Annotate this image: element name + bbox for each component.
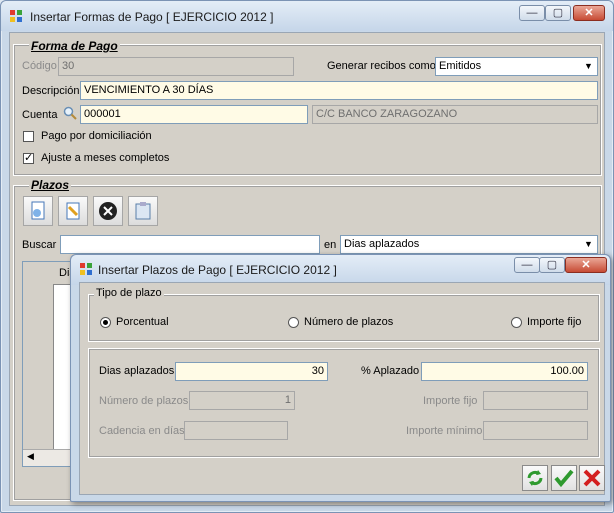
print-plazo-button[interactable]: [128, 196, 158, 226]
radio-numero-plazos[interactable]: [288, 317, 299, 328]
close-icon: ✕: [581, 259, 591, 271]
close-icon: ✕: [584, 7, 594, 19]
search-icon[interactable]: [63, 106, 77, 120]
tipo-plazo-title: Tipo de plazo: [94, 287, 164, 299]
chevron-down-icon[interactable]: ▼: [581, 237, 596, 252]
buscar-field[interactable]: [60, 235, 320, 254]
radio-importe-fijo-label: Importe fijo: [527, 316, 582, 328]
pago-domiciliacion-checkbox[interactable]: [23, 131, 34, 142]
ajuste-meses-checkbox[interactable]: ✓: [23, 153, 34, 164]
ajuste-meses-label: Ajuste a meses completos: [41, 152, 170, 164]
numero-plazos-field[interactable]: 1: [189, 391, 295, 410]
importe-fijo-field[interactable]: [483, 391, 588, 410]
forma-de-pago-title: Forma de Pago: [29, 39, 120, 53]
delete-plazo-button[interactable]: [93, 196, 123, 226]
minimize-icon: —: [521, 259, 533, 271]
cadencia-label: Cadencia en días: [99, 425, 185, 437]
cuenta-name-field: C/C BANCO ZARAGOZANO: [312, 105, 598, 124]
app-icon: [80, 263, 92, 275]
delete-icon: [99, 202, 117, 220]
refresh-icon: [527, 470, 543, 486]
dialog-client-area: Tipo de plazo Porcentual Número de plazo…: [79, 282, 605, 495]
pago-domiciliacion-label: Pago por domiciliación: [41, 130, 152, 142]
dialog-minimize-button[interactable]: —: [514, 257, 540, 273]
dialog-title: Insertar Plazos de Pago [ EJERCICIO 2012…: [98, 263, 337, 277]
generar-recibos-label: Generar recibos como: [327, 60, 436, 72]
close-button[interactable]: ✕: [573, 5, 605, 21]
cadencia-field[interactable]: [184, 421, 288, 440]
codigo-label: Código: [22, 60, 57, 72]
numero-plazos-label: Número de plazos: [99, 395, 189, 407]
en-select-value: Dias aplazados: [344, 238, 420, 250]
minimize-button[interactable]: —: [519, 5, 545, 21]
accept-button[interactable]: [551, 465, 577, 491]
importe-fijo-label: Importe fijo: [423, 395, 478, 407]
refresh-button[interactable]: [522, 465, 548, 491]
plazos-dialog: Insertar Plazos de Pago [ EJERCICIO 2012…: [70, 254, 611, 502]
maximize-button[interactable]: ▢: [545, 5, 571, 21]
importe-minimo-label: Importe mínimo: [406, 425, 483, 437]
grid-corner: [23, 262, 54, 285]
edit-document-icon: [66, 202, 80, 220]
radio-porcentual[interactable]: [100, 317, 111, 328]
plazos-title: Plazos: [29, 178, 72, 192]
checkmark-icon: [554, 469, 574, 488]
plazos-toolbar: [23, 196, 163, 226]
minimize-icon: —: [526, 7, 538, 19]
main-titlebar[interactable]: Insertar Formas de Pago [ EJERCICIO 2012…: [1, 1, 613, 31]
buscar-label: Buscar: [22, 239, 57, 251]
cancel-button[interactable]: [579, 465, 605, 491]
radio-numero-plazos-label: Número de plazos: [304, 316, 394, 328]
main-window-title: Insertar Formas de Pago [ EJERCICIO 2012…: [30, 10, 274, 24]
dias-aplazados-label: Dias aplazados: [99, 365, 175, 377]
descripcion-label: Descripción: [22, 85, 80, 97]
scroll-left-icon[interactable]: ◀: [27, 451, 34, 462]
grid-row-header: [23, 284, 54, 451]
new-document-icon: [31, 201, 45, 220]
dialog-close-button[interactable]: ✕: [565, 257, 607, 273]
cancel-x-icon: [583, 469, 601, 487]
pct-aplazado-field[interactable]: 100.00: [421, 362, 588, 381]
dialog-titlebar[interactable]: Insertar Plazos de Pago [ EJERCICIO 2012…: [71, 255, 610, 285]
importe-minimo-field[interactable]: [483, 421, 588, 440]
cuenta-label: Cuenta: [22, 109, 58, 121]
radio-importe-fijo[interactable]: [511, 317, 522, 328]
descripcion-field[interactable]: VENCIMIENTO A 30 DÍAS: [80, 81, 598, 100]
radio-porcentual-label: Porcentual: [116, 316, 169, 328]
new-plazo-button[interactable]: [23, 196, 53, 226]
maximize-icon: ▢: [546, 259, 558, 271]
en-select[interactable]: Dias aplazados ▼: [340, 235, 598, 254]
cuenta-field[interactable]: 000001: [80, 105, 308, 124]
en-label: en: [324, 239, 337, 251]
codigo-field[interactable]: 30: [58, 57, 294, 76]
dias-aplazados-field[interactable]: 30: [175, 362, 328, 381]
generar-recibos-value: Emitidos: [439, 60, 482, 72]
maximize-icon: ▢: [552, 7, 564, 19]
chevron-down-icon[interactable]: ▼: [581, 59, 596, 74]
dialog-maximize-button[interactable]: ▢: [539, 257, 565, 273]
generar-recibos-select[interactable]: Emitidos ▼: [435, 57, 598, 76]
pct-aplazado-label: % Aplazado: [361, 365, 420, 377]
app-icon: [10, 10, 22, 22]
edit-plazo-button[interactable]: [58, 196, 88, 226]
clipboard-icon: [135, 202, 151, 220]
